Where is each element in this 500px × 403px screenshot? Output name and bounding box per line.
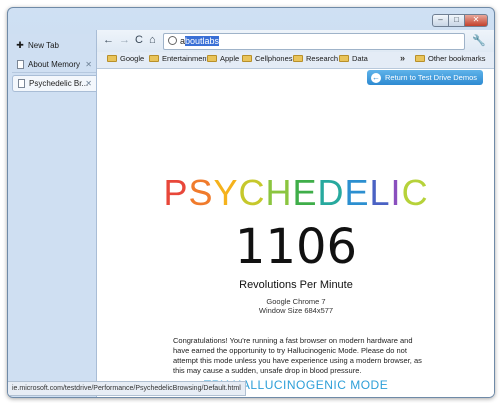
globe-icon — [168, 36, 177, 45]
minimize-button[interactable]: – — [432, 14, 449, 27]
title-letter: E — [292, 172, 318, 213]
tab-label: About Memory — [28, 59, 81, 69]
address-bar[interactable]: aboutlabs — [163, 33, 465, 50]
title-letter: L — [369, 172, 391, 213]
title-letter: I — [390, 172, 402, 213]
folder-icon — [293, 55, 303, 62]
folder-icon — [415, 55, 425, 62]
title-letter: C — [238, 172, 266, 213]
rpm-value: 1106 — [234, 219, 358, 275]
page-content: ← Return to Test Drive Demos PSYCHEDELIC… — [97, 69, 494, 397]
window-size: Window Size 684x577 — [258, 306, 334, 315]
page-icon — [15, 59, 25, 69]
bookmark-data[interactable]: Data — [339, 54, 368, 63]
folder-icon — [207, 55, 217, 62]
title-letter: S — [188, 172, 214, 213]
folder-icon — [107, 55, 117, 62]
bookmark-apple[interactable]: Apple — [207, 54, 239, 63]
tab-about-memory[interactable]: About Memory ✕ — [12, 56, 96, 73]
browser-name: Google Chrome 7 — [266, 297, 326, 306]
browser-window: – □ ✕ ✚ New Tab About Memory ✕ Psychedel… — [7, 7, 495, 398]
bookmarks-overflow-icon[interactable]: » — [400, 53, 405, 63]
return-label: Return to Test Drive Demos — [385, 73, 477, 82]
tab-close-icon[interactable]: ✕ — [85, 60, 92, 69]
title-letter: Y — [213, 172, 239, 213]
tab-close-icon[interactable]: ✕ — [85, 79, 92, 88]
folder-icon — [339, 55, 349, 62]
rpm-label: Revolutions Per Minute — [239, 279, 353, 291]
close-button[interactable]: ✕ — [465, 14, 488, 27]
return-to-demos-button[interactable]: ← Return to Test Drive Demos — [367, 70, 483, 85]
congrats-text: Congratulations! You're running a fast b… — [173, 336, 422, 375]
folder-icon — [242, 55, 252, 62]
new-tab-button[interactable]: ✚ New Tab — [12, 37, 96, 54]
tab-sidebar: ✚ New Tab About Memory ✕ Psychedelic Br.… — [8, 34, 96, 397]
status-bar: ie.microsoft.com/testdrive/Performance/P… — [8, 381, 246, 396]
bookmark-google[interactable]: Google — [107, 54, 144, 63]
reload-button[interactable]: C — [135, 34, 143, 46]
back-button[interactable]: ← — [103, 34, 114, 46]
title-letter: C — [401, 172, 429, 213]
title-letter: P — [163, 172, 189, 213]
bookmarks-bar: Google Entertainment Apple Cellphones Re… — [97, 52, 494, 69]
page-icon — [16, 79, 26, 89]
back-arrow-icon: ← — [371, 72, 382, 83]
other-bookmarks[interactable]: Other bookmarks — [415, 54, 486, 63]
url-text: aboutlabs — [180, 36, 220, 46]
toolbar: ← → C ⌂ aboutlabs 🔧 — [97, 30, 494, 52]
tab-label: Psychedelic Br... — [29, 79, 89, 88]
psychedelic-title: PSYCHEDELIC — [97, 172, 494, 213]
home-button[interactable]: ⌂ — [149, 34, 156, 46]
bookmark-research[interactable]: Research — [293, 54, 338, 63]
bookmark-cellphones[interactable]: Cellphones — [242, 54, 293, 63]
title-letter: H — [265, 172, 293, 213]
forward-button[interactable]: → — [119, 34, 130, 46]
bookmark-entertainment[interactable]: Entertainment — [149, 54, 209, 63]
browser-area: ← → C ⌂ aboutlabs 🔧 Google Entertainment… — [96, 30, 494, 397]
window-controls: – □ ✕ — [432, 14, 488, 27]
plus-icon: ✚ — [16, 40, 24, 50]
maximize-button[interactable]: □ — [449, 14, 465, 27]
title-letter: D — [317, 172, 345, 213]
folder-icon — [149, 55, 159, 62]
tab-psychedelic[interactable]: Psychedelic Br... ✕ — [12, 75, 96, 92]
wrench-icon[interactable]: 🔧 — [472, 34, 486, 47]
title-letter: E — [344, 172, 370, 213]
new-tab-label: New Tab — [28, 41, 59, 50]
